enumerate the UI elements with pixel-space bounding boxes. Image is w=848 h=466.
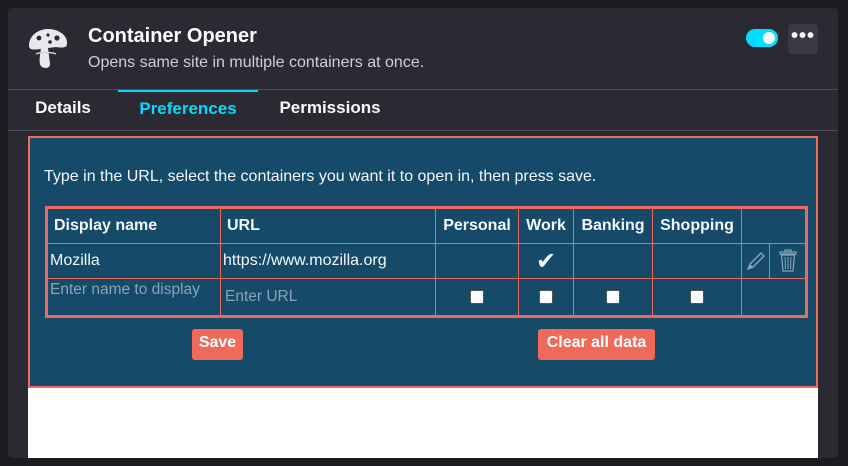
banking-checkbox-cell xyxy=(573,278,653,317)
toggle-knob xyxy=(763,32,775,44)
tab-preferences[interactable]: Preferences xyxy=(118,90,258,132)
column-header-banking: Banking xyxy=(573,207,653,244)
column-header-shopping: Shopping xyxy=(652,207,742,244)
row-actions-cell xyxy=(741,243,807,279)
work-checkbox-cell xyxy=(518,278,574,317)
shopping-checkbox-cell xyxy=(652,278,742,317)
column-header-display-name: Display name xyxy=(46,207,221,244)
preferences-panel: Type in the URL, select the containers y… xyxy=(28,136,818,458)
container-table: Display name URL Personal Work Banking S… xyxy=(45,206,808,318)
extension-header: Container Opener Opens same site in mult… xyxy=(8,8,838,90)
new-row-actions-cell xyxy=(741,278,807,317)
shopping-checkbox[interactable] xyxy=(690,289,704,304)
extension-card: Container Opener Opens same site in mult… xyxy=(8,8,838,458)
banking-checkbox[interactable] xyxy=(606,289,620,304)
more-options-button[interactable]: ••• xyxy=(788,24,818,54)
enable-toggle[interactable] xyxy=(746,29,778,47)
personal-checkbox-cell xyxy=(435,278,519,317)
new-entry-row: Enter name to display Enter URL xyxy=(46,278,807,317)
row-banking-cell xyxy=(573,243,653,279)
row-display-name: Mozilla xyxy=(46,243,221,279)
row-personal-cell xyxy=(435,243,519,279)
tab-details[interactable]: Details xyxy=(24,90,102,130)
column-header-actions xyxy=(741,207,807,244)
work-checkbox[interactable] xyxy=(539,289,553,304)
pencil-icon xyxy=(746,252,765,271)
column-header-personal: Personal xyxy=(435,207,519,244)
extension-description: Opens same site in multiple containers a… xyxy=(88,54,425,71)
clear-all-data-button[interactable]: Clear all data xyxy=(538,329,655,360)
column-header-work: Work xyxy=(518,207,574,244)
instructions-text: Type in the URL, select the containers y… xyxy=(44,168,597,185)
row-shopping-cell xyxy=(652,243,742,279)
table-row: Mozilla https://www.mozilla.org ✔ xyxy=(46,243,807,279)
tab-permissions[interactable]: Permissions xyxy=(270,90,390,130)
table-header-row: Display name URL Personal Work Banking S… xyxy=(46,207,807,244)
extension-title: Container Opener xyxy=(88,25,257,47)
personal-checkbox[interactable] xyxy=(470,289,484,304)
edit-button[interactable] xyxy=(742,244,770,278)
mushroom-icon xyxy=(29,29,68,68)
row-work-check: ✔ xyxy=(518,243,574,279)
column-header-url: URL xyxy=(220,207,436,244)
preferences-form: Type in the URL, select the containers y… xyxy=(28,136,818,388)
tab-bar: Details Preferences Permissions xyxy=(8,90,838,130)
save-button[interactable]: Save xyxy=(192,329,243,360)
url-input[interactable]: Enter URL xyxy=(220,278,436,317)
row-url: https://www.mozilla.org xyxy=(220,243,436,279)
tabs-divider xyxy=(8,130,838,131)
delete-button[interactable] xyxy=(770,244,805,278)
display-name-input[interactable]: Enter name to display xyxy=(46,278,221,317)
trash-icon xyxy=(778,249,797,272)
